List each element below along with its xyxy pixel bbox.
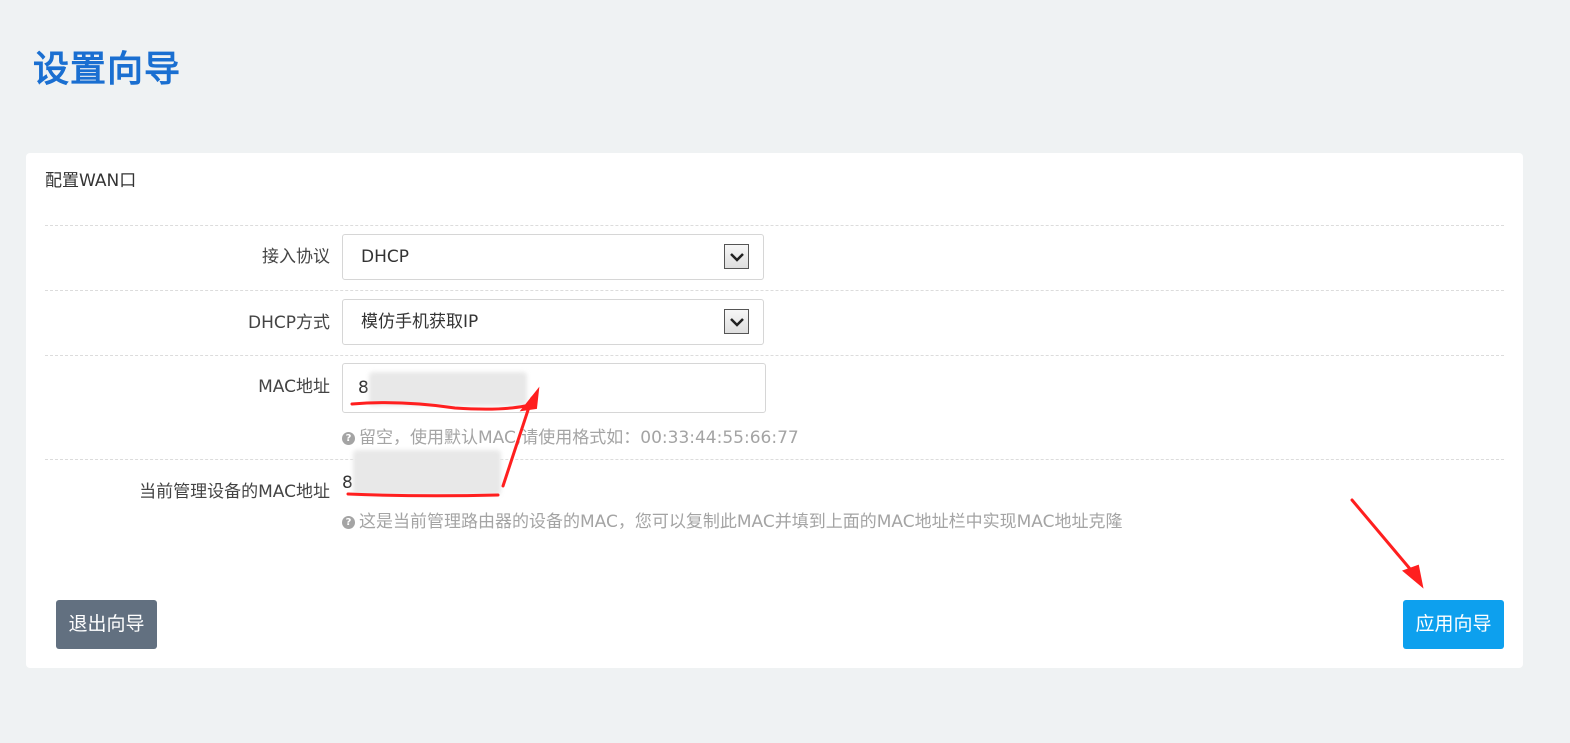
card-title: 配置WAN口 bbox=[45, 171, 137, 191]
divider bbox=[45, 459, 1504, 460]
current-mac-value: 8 bbox=[342, 473, 353, 493]
apply-wizard-button[interactable]: 应用向导 bbox=[1403, 600, 1504, 649]
protocol-select-value: DHCP bbox=[361, 247, 409, 267]
dhcp-mode-select-value: 模仿手机获取IP bbox=[361, 312, 479, 332]
question-circle-icon: ? bbox=[342, 431, 355, 445]
question-circle-icon: ? bbox=[342, 515, 355, 529]
page-title: 设置向导 bbox=[33, 49, 182, 90]
mac-hint: ? 留空，使用默认MAC,请使用格式如：00:33:44:55:66:77 bbox=[342, 426, 799, 450]
divider bbox=[45, 355, 1504, 356]
blurred-mac bbox=[369, 372, 527, 406]
protocol-label: 接入协议 bbox=[262, 247, 330, 267]
dhcp-mode-label: DHCP方式 bbox=[248, 313, 330, 333]
mac-input[interactable]: 8 bbox=[342, 363, 766, 413]
dhcp-mode-select[interactable]: 模仿手机获取IP bbox=[342, 299, 764, 345]
current-mac-hint: ? 这是当前管理路由器的设备的MAC，您可以复制此MAC并填到上面的MAC地址栏… bbox=[342, 510, 1122, 534]
divider bbox=[45, 290, 1504, 291]
blurred-current-mac bbox=[353, 450, 501, 495]
protocol-select[interactable]: DHCP bbox=[342, 234, 764, 280]
current-mac-hint-text: 这是当前管理路由器的设备的MAC，您可以复制此MAC并填到上面的MAC地址栏中实… bbox=[359, 512, 1123, 532]
mac-label: MAC地址 bbox=[258, 377, 330, 397]
mac-input-value: 8 bbox=[358, 378, 369, 398]
exit-wizard-button[interactable]: 退出向导 bbox=[56, 600, 157, 649]
mac-hint-text: 留空，使用默认MAC,请使用格式如：00:33:44:55:66:77 bbox=[359, 428, 799, 448]
current-mac-label: 当前管理设备的MAC地址 bbox=[139, 482, 330, 502]
wan-config-card: 配置WAN口 接入协议 DHCP DHCP方式 模仿手机获取IP MAC地址 8… bbox=[26, 153, 1523, 668]
chevron-down-icon[interactable] bbox=[724, 244, 749, 269]
divider bbox=[45, 225, 1504, 226]
chevron-down-icon[interactable] bbox=[724, 309, 749, 334]
